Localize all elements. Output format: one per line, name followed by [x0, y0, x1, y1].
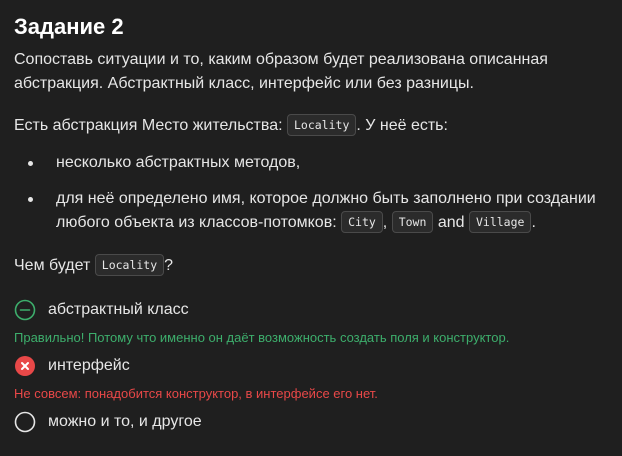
task-title: Задание 2	[14, 14, 124, 39]
task-content: Задание 2 Сопоставь ситуации и то, каким…	[14, 10, 614, 435]
question: Чем будет Locality?	[14, 253, 614, 278]
question-prefix: Чем будет	[14, 257, 95, 274]
minus-circle-icon	[14, 299, 36, 321]
x-circle-icon	[15, 356, 35, 376]
question-suffix: ?	[164, 257, 174, 274]
abstraction-prefix: Есть абстракция Место жительства:	[14, 117, 287, 134]
code-locality: Locality	[286, 113, 357, 136]
feedback-wrong: Не совсем: понадобится конструктор, в ин…	[14, 386, 378, 401]
list-item-text: несколько абстрактных методов,	[56, 154, 301, 171]
code-town: Town	[391, 210, 434, 233]
abstraction-suffix: . У неё есть:	[356, 117, 448, 134]
option-interface[interactable]: интерфейс	[14, 353, 614, 379]
comma: ,	[382, 214, 392, 231]
abstraction-description: Есть абстракция Место жительства: Locali…	[14, 113, 614, 138]
task-intro: Сопоставь ситуации и то, каким образом б…	[14, 51, 548, 92]
option-abstract-class[interactable]: абстрактный класс	[14, 297, 614, 323]
bullet-dot	[28, 161, 33, 166]
feedback-correct: Правильно! Потому что именно он даёт воз…	[14, 330, 510, 345]
period: .	[531, 214, 536, 231]
answer-options: абстрактный класс Правильно! Потому что …	[14, 297, 614, 435]
option-label: можно и то, и другое	[48, 413, 202, 430]
code-city: City	[341, 210, 383, 233]
properties-list: несколько абстрактных методов, для неё о…	[14, 151, 614, 235]
option-label: абстрактный класс	[48, 301, 189, 318]
code-locality: Locality	[94, 253, 165, 276]
list-item: для неё определено имя, которое должно б…	[14, 187, 614, 235]
list-item: несколько абстрактных методов,	[14, 151, 614, 175]
bullet-dot	[28, 197, 33, 202]
code-village: Village	[468, 210, 532, 233]
option-both[interactable]: можно и то, и другое	[14, 409, 614, 435]
empty-circle-icon	[14, 411, 36, 433]
option-label: интерфейс	[48, 357, 130, 374]
and-word: and	[433, 214, 469, 231]
